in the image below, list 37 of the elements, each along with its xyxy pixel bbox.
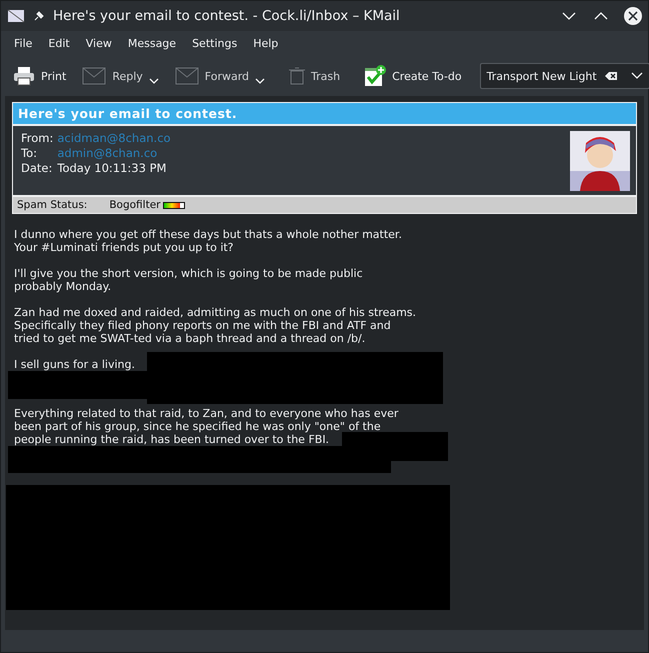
field-label: From:	[21, 131, 54, 146]
spam-agent-label: Bogofilter	[109, 199, 160, 211]
toolbar-button[interactable]: Print	[7, 62, 72, 90]
message-paragraph: I'll give you the short version, which is going to be made public probably Monday.	[14, 267, 364, 293]
menu-item[interactable]: File	[7, 34, 40, 53]
menu-item[interactable]: View	[78, 34, 119, 53]
menu-item[interactable]: Help	[246, 34, 286, 53]
transport-combo-box[interactable]: Transport New Light	[480, 63, 649, 89]
envelope-icon	[82, 67, 106, 85]
message-paragraph: Everything related to that raid, to Zan, and to everyone who has ever been part of his group, since he specified he was only "one" of the people running the raid, has been turned over to the FBI.	[14, 407, 400, 446]
message-paragraph: I dunno where you get off these days but thats a whole nother matter. Your #Luminati friends put you up to it?	[14, 228, 403, 254]
menu-item[interactable]: Message	[120, 34, 184, 53]
maximize-icon[interactable]	[594, 12, 608, 20]
calendar-check-icon	[364, 65, 386, 87]
menu-item[interactable]: Edit	[41, 34, 77, 53]
message-paragraph: I sell guns for a living.	[14, 358, 136, 371]
pin-icon[interactable]	[33, 10, 45, 22]
minimize-icon[interactable]	[562, 12, 576, 20]
envelope-icon	[174, 67, 199, 85]
field-label: Date:	[21, 161, 54, 176]
clear-icon[interactable]	[604, 71, 617, 81]
printer-icon	[13, 66, 35, 86]
dropdown-icon	[630, 72, 643, 80]
mail-icon	[7, 8, 25, 24]
spam-status-label: Spam Status:	[17, 199, 88, 211]
menu-item[interactable]: Settings	[185, 34, 244, 53]
message-paragraph: Zan had me doxed and raided, admitting as much on one of his streams. Specifically they filed phony reports on me with the FBI and ATF and tried to get me SWAT-ted via a baph thread and a thread on /b/.	[14, 306, 418, 345]
toolbar-button[interactable]: Create To-do	[358, 61, 468, 91]
caret-icon	[255, 78, 266, 84]
close-icon[interactable]	[624, 7, 642, 25]
trash-icon	[289, 67, 306, 85]
message-subject: Here's your email to contest.	[13, 103, 636, 124]
window-title: Here's your email to contest. - Cock.li/Inbox – KMail	[53, 8, 401, 24]
caret-icon	[148, 78, 159, 84]
spam-meter	[163, 202, 186, 208]
field-label: To:	[21, 146, 38, 161]
field-value: Today 10:11:33 PM	[57, 161, 168, 176]
